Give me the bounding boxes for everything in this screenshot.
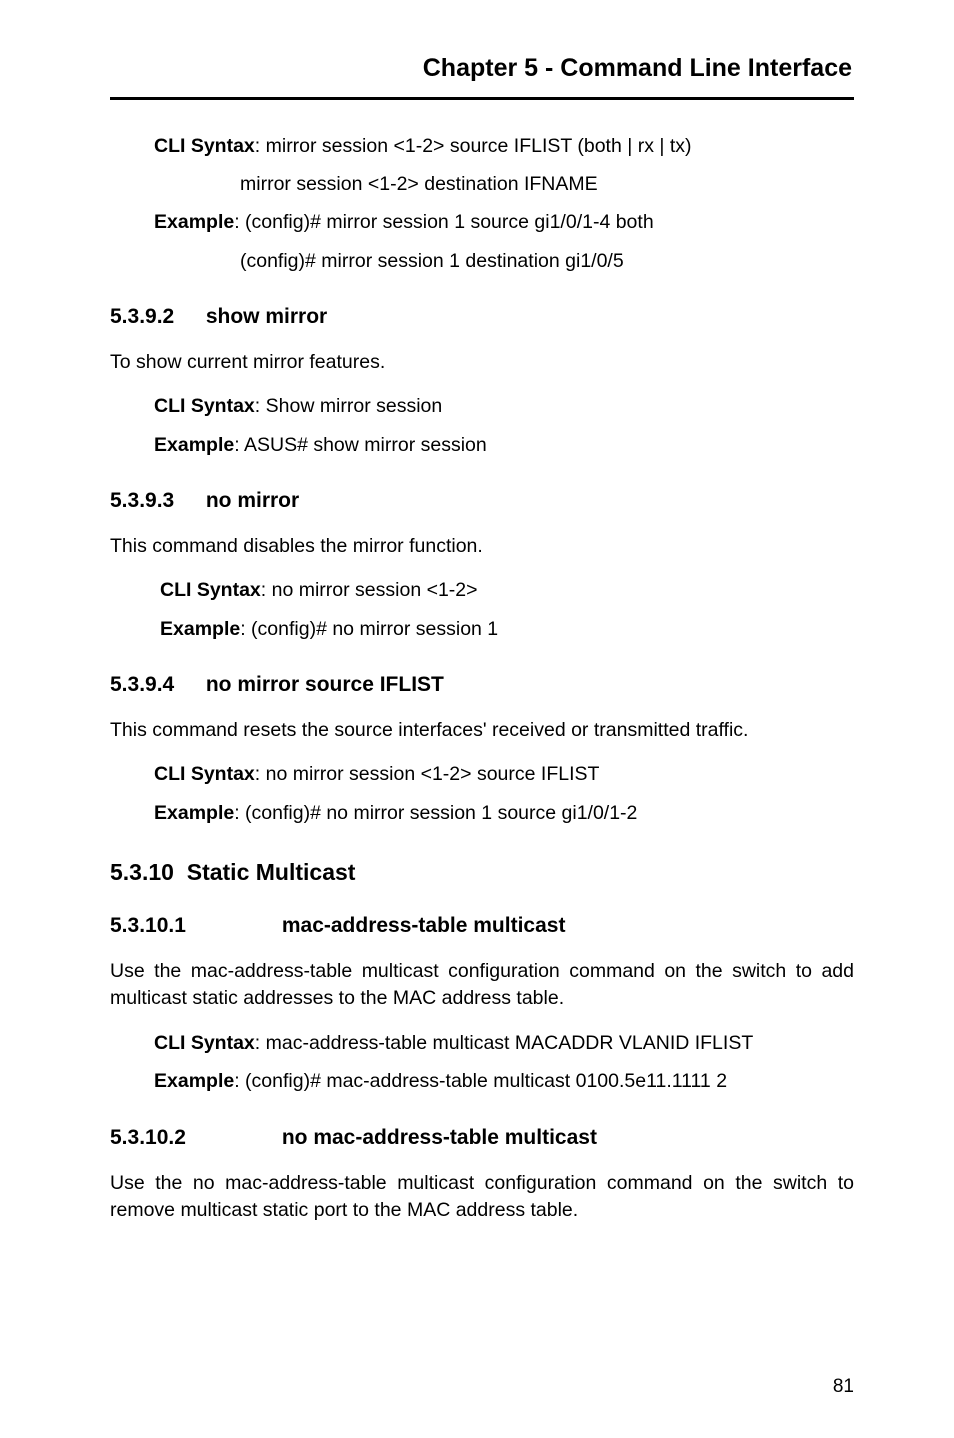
example-line: Example: (config)# mirror session 1 sour…: [154, 206, 854, 238]
heading-number: 5.3.9.4: [110, 673, 200, 697]
heading-5394: 5.3.9.4 no mirror source IFLIST: [110, 673, 854, 697]
example-line: Example: (config)# mac-address-table mul…: [154, 1065, 854, 1097]
heading-text: mac-address-table multicast: [282, 914, 566, 937]
heading-number: 5.3.10: [110, 859, 174, 885]
section-desc: Use the mac-address-table multicast conf…: [110, 958, 854, 1013]
cli-syntax-line: CLI Syntax: mirror session <1-2> source …: [154, 130, 854, 162]
heading-number: 5.3.10.2: [110, 1126, 276, 1150]
heading-number: 5.3.9.2: [110, 305, 200, 329]
heading-53102: 5.3.10.2 no mac-address-table multicast: [110, 1126, 854, 1150]
cli-block: CLI Syntax: Show mirror session Example:…: [110, 390, 854, 460]
intro-block: CLI Syntax: mirror session <1-2> source …: [110, 130, 854, 162]
page-number: 81: [833, 1376, 854, 1398]
example-block: Example: (config)# mirror session 1 sour…: [110, 206, 854, 238]
cli-syntax-line-2: mirror session <1-2> destination IFNAME: [110, 168, 854, 200]
example-line: Example: (config)# no mirror session 1: [160, 613, 854, 645]
cli-syntax-line: CLI Syntax: no mirror session <1-2> sour…: [154, 758, 854, 790]
heading-text: no mac-address-table multicast: [282, 1126, 597, 1149]
cli-block: CLI Syntax: no mirror session <1-2> sour…: [110, 758, 854, 828]
cli-block: CLI Syntax: no mirror session <1-2> Exam…: [110, 574, 854, 644]
example-line: Example: ASUS# show mirror session: [154, 429, 854, 461]
heading-text: no mirror source IFLIST: [206, 673, 444, 696]
divider: [110, 97, 854, 100]
heading-53101: 5.3.10.1 mac-address-table multicast: [110, 914, 854, 938]
example-line: Example: (config)# no mirror session 1 s…: [154, 797, 854, 829]
example-line-2: (config)# mirror session 1 destination g…: [110, 245, 854, 277]
cli-syntax-line: CLI Syntax: mac-address-table multicast …: [154, 1027, 854, 1059]
heading-number: 5.3.10.1: [110, 914, 276, 938]
heading-text: Static Multicast: [187, 859, 356, 885]
heading-5310: 5.3.10 Static Multicast: [110, 859, 854, 886]
section-desc: This command resets the source interface…: [110, 717, 854, 745]
heading-text: no mirror: [206, 489, 299, 512]
heading-5393: 5.3.9.3 no mirror: [110, 489, 854, 513]
section-desc: Use the no mac-address-table multicast c…: [110, 1170, 854, 1225]
section-desc: To show current mirror features.: [110, 349, 854, 377]
cli-syntax-line: CLI Syntax: Show mirror session: [154, 390, 854, 422]
cli-block: CLI Syntax: mac-address-table multicast …: [110, 1027, 854, 1097]
heading-number: 5.3.9.3: [110, 489, 200, 513]
heading-text: show mirror: [206, 305, 327, 328]
cli-syntax-line: CLI Syntax: no mirror session <1-2>: [160, 574, 854, 606]
section-desc: This command disables the mirror functio…: [110, 533, 854, 561]
chapter-title: Chapter 5 - Command Line Interface: [110, 54, 854, 83]
heading-5392: 5.3.9.2 show mirror: [110, 305, 854, 329]
